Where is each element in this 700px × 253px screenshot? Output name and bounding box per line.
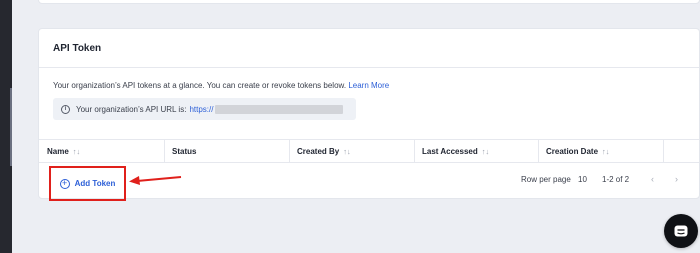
sort-icon: ↑↓ bbox=[343, 146, 351, 156]
sidebar-scroll-indicator bbox=[10, 88, 12, 166]
card-title: API Token bbox=[53, 43, 102, 54]
previous-card bbox=[38, 0, 700, 4]
sort-icon: ↑↓ bbox=[481, 146, 490, 156]
column-separator bbox=[164, 140, 165, 162]
column-header-status[interactable]: Status bbox=[172, 140, 196, 162]
table-header-row: Name ↑↓ Status Created By ↑↓ Last Accessed… bbox=[39, 139, 699, 163]
column-separator bbox=[414, 140, 415, 162]
next-page-icon[interactable]: › bbox=[675, 174, 678, 184]
column-separator bbox=[289, 140, 290, 162]
column-separator bbox=[538, 140, 539, 162]
api-token-card: API Token Your organization’s API tokens… bbox=[38, 28, 700, 201]
column-header-name[interactable]: Name ↑↓ bbox=[47, 140, 80, 162]
pagination-range: 1-2 of 2 bbox=[602, 175, 630, 184]
card-description: Your organization’s API tokens at a glan… bbox=[53, 81, 389, 90]
add-token-label: Add Token bbox=[74, 179, 116, 188]
api-url-value[interactable]: https:// bbox=[189, 105, 213, 114]
card-divider bbox=[39, 67, 699, 68]
column-header-last-accessed[interactable]: Last Accessed ↑↓ bbox=[422, 140, 489, 162]
column-header-created-by[interactable]: Created By ↑↓ bbox=[297, 140, 351, 162]
sort-icon: ↑↓ bbox=[72, 146, 81, 156]
column-header-creation-date[interactable]: Creation Date ↑↓ bbox=[546, 140, 610, 162]
rows-per-page-label: Row per page bbox=[521, 175, 571, 184]
rows-per-page-select[interactable]: 10 bbox=[578, 175, 587, 184]
chat-icon bbox=[674, 225, 688, 237]
info-icon: i bbox=[61, 104, 70, 114]
chat-launcher-button[interactable] bbox=[664, 214, 698, 248]
column-separator bbox=[663, 140, 664, 162]
description-text: Your organization’s API tokens at a glan… bbox=[53, 81, 347, 90]
add-token-button[interactable]: + Add Token bbox=[49, 166, 126, 201]
annotation-arrow-icon bbox=[129, 176, 182, 185]
api-url-info-box: i Your organization’s API URL is: https:… bbox=[53, 98, 356, 120]
api-url-redacted bbox=[215, 104, 344, 114]
prev-page-icon[interactable]: ‹ bbox=[651, 174, 654, 184]
learn-more-link[interactable]: Learn More bbox=[348, 81, 389, 90]
plus-circle-icon: + bbox=[59, 178, 70, 189]
left-sidebar-strip bbox=[0, 0, 12, 253]
api-url-label: Your organization’s API URL is: bbox=[76, 104, 187, 114]
sort-icon: ↑↓ bbox=[602, 146, 610, 156]
